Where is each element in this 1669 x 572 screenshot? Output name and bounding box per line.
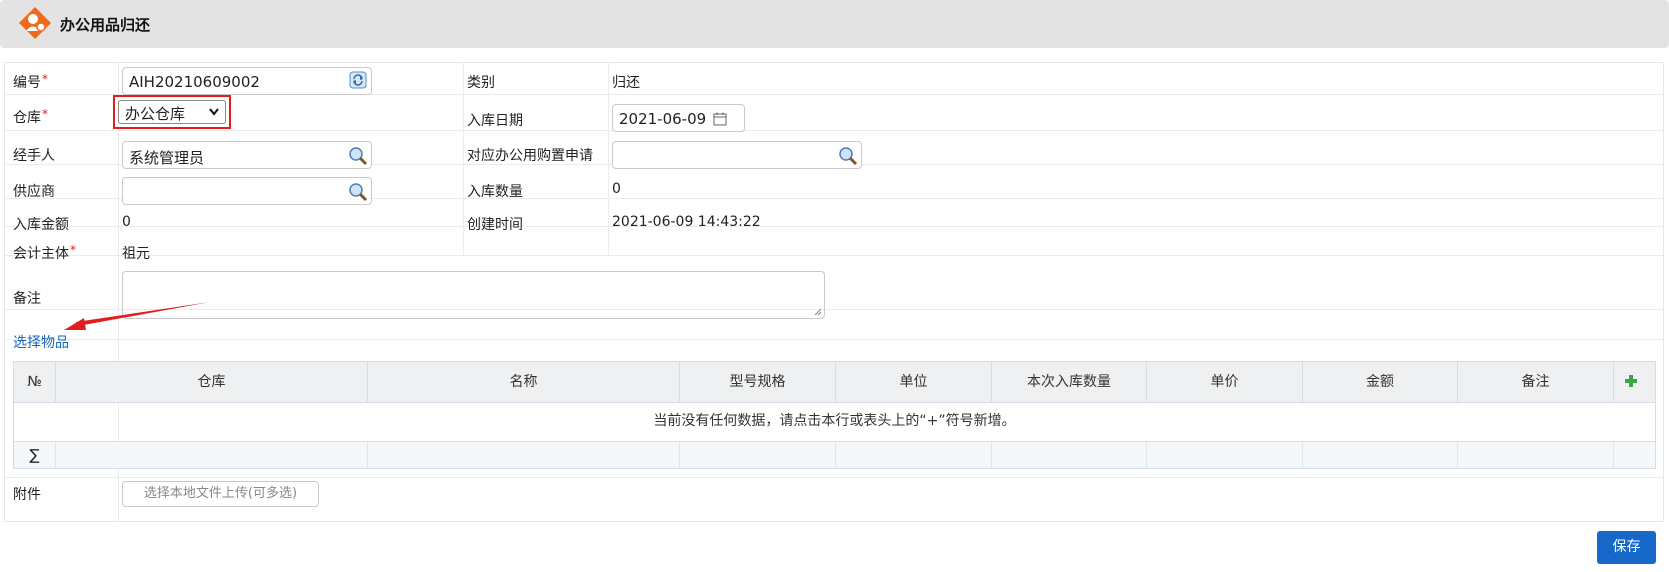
grid-col-unit-price: 单价 bbox=[1147, 362, 1303, 402]
items-grid: № 仓库 名称 型号规格 单位 本次入库数量 单价 金额 备注 当前没有任何数据… bbox=[13, 361, 1656, 469]
code-input[interactable]: AIH20210609002 bbox=[122, 67, 372, 95]
in-quantity-label: 入库数量 bbox=[467, 184, 523, 200]
grid-col-quantity: 本次入库数量 bbox=[992, 362, 1147, 402]
grid-col-spec: 型号规格 bbox=[680, 362, 836, 402]
category-label: 类别 bbox=[467, 75, 495, 91]
attachment-label: 附件 bbox=[13, 487, 41, 503]
supplier-label: 供应商 bbox=[13, 184, 55, 200]
remark-label: 备注 bbox=[13, 291, 41, 307]
grid-summary-row: ∑ bbox=[14, 442, 1655, 468]
code-value: AIH20210609002 bbox=[129, 73, 260, 91]
grid-col-warehouse: 仓库 bbox=[56, 362, 368, 402]
resize-handle-icon[interactable] bbox=[814, 308, 822, 316]
annotation-arrow bbox=[64, 302, 210, 330]
in-date-input[interactable]: 2021-06-09 bbox=[612, 104, 745, 132]
page-title: 办公用品归还 bbox=[60, 16, 151, 34]
handler-label: 经手人 bbox=[13, 148, 55, 164]
chevron-down-icon bbox=[209, 108, 219, 116]
created-time-value: 2021-06-09 14:43:22 bbox=[612, 214, 761, 230]
accounting-entity-label: 会计主体* bbox=[13, 243, 76, 262]
in-date-label: 入库日期 bbox=[467, 113, 523, 129]
summary-cell bbox=[836, 442, 992, 468]
created-time-label: 创建时间 bbox=[467, 217, 523, 233]
form-row-warehouse bbox=[5, 94, 1663, 131]
handler-input[interactable]: 系统管理员 bbox=[122, 141, 372, 169]
in-amount-value: 0 bbox=[122, 214, 131, 230]
supplier-input[interactable] bbox=[122, 177, 372, 205]
summary-cell bbox=[1147, 442, 1303, 468]
summary-cell bbox=[992, 442, 1147, 468]
office-supplies-logo-icon bbox=[19, 7, 51, 39]
calendar-icon[interactable] bbox=[713, 112, 727, 126]
grid-col-remark: 备注 bbox=[1458, 362, 1614, 402]
save-button[interactable]: 保存 bbox=[1597, 531, 1656, 564]
form-row-entity bbox=[5, 226, 1663, 256]
purchase-request-input[interactable] bbox=[612, 141, 862, 169]
code-label: 编号* bbox=[13, 72, 48, 91]
warehouse-label: 仓库* bbox=[13, 107, 48, 126]
sum-symbol: ∑ bbox=[14, 442, 56, 468]
in-date-value: 2021-06-09 bbox=[619, 110, 707, 128]
divider bbox=[463, 63, 464, 255]
summary-cell bbox=[56, 442, 368, 468]
grid-empty-row[interactable]: 当前没有任何数据，请点击本行或表头上的“+”符号新增。 bbox=[14, 402, 1655, 442]
handler-value: 系统管理员 bbox=[129, 149, 205, 167]
warehouse-select[interactable]: 办公仓库 bbox=[118, 100, 226, 124]
accounting-entity-value: 祖元 bbox=[122, 246, 150, 262]
search-icon[interactable] bbox=[838, 146, 858, 166]
summary-cell bbox=[1458, 442, 1614, 468]
divider bbox=[608, 63, 609, 255]
summary-cell bbox=[368, 442, 680, 468]
summary-cell bbox=[1303, 442, 1458, 468]
in-quantity-value: 0 bbox=[612, 181, 621, 197]
search-icon[interactable] bbox=[348, 182, 368, 202]
refresh-icon[interactable] bbox=[349, 71, 367, 89]
select-items-link[interactable]: 选择物品 bbox=[13, 332, 69, 352]
category-value: 归还 bbox=[612, 75, 640, 91]
summary-cell bbox=[680, 442, 836, 468]
warehouse-select-highlight: 办公仓库 bbox=[113, 95, 231, 129]
upload-button[interactable]: 选择本地文件上传(可多选) bbox=[122, 481, 319, 507]
grid-col-unit: 单位 bbox=[836, 362, 992, 402]
title-bar: 办公用品归还 bbox=[0, 0, 1669, 48]
warehouse-value: 办公仓库 bbox=[125, 105, 186, 123]
grid-header: № 仓库 名称 型号规格 单位 本次入库数量 单价 金额 备注 bbox=[14, 362, 1655, 403]
grid-col-name: 名称 bbox=[368, 362, 680, 402]
remark-textarea[interactable] bbox=[122, 271, 825, 319]
search-icon[interactable] bbox=[348, 146, 368, 166]
grid-col-no: № bbox=[14, 362, 56, 402]
in-amount-label: 入库金额 bbox=[13, 217, 69, 233]
add-row-icon[interactable] bbox=[1623, 373, 1639, 389]
purchase-request-label: 对应办公用购置申请 bbox=[467, 148, 593, 164]
grid-col-amount: 金额 bbox=[1303, 362, 1458, 402]
